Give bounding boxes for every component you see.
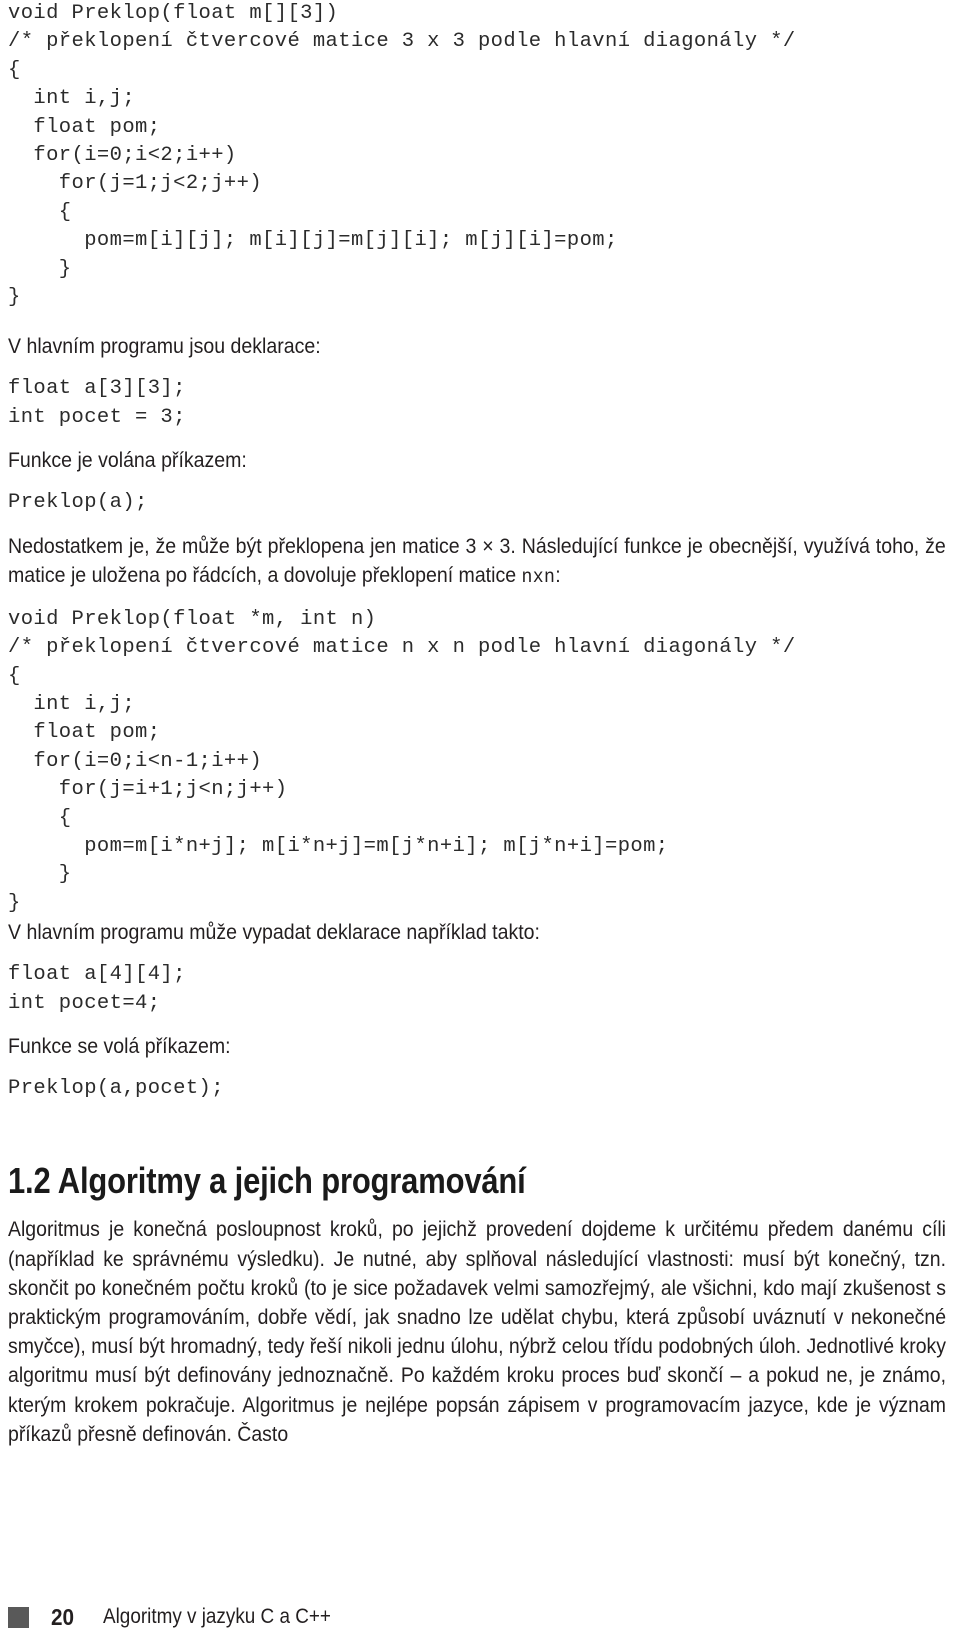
document-page: void Preklop(float m[][3]) /* překlopení… bbox=[0, 0, 960, 1638]
running-title: Algoritmy v jazyku C a C++ bbox=[102, 1605, 331, 1628]
paragraph-main-declarations: V hlavním programu jsou deklarace: bbox=[8, 335, 321, 359]
paragraph-generalization-text-after: : bbox=[555, 563, 561, 587]
paragraph-call-statement: Funkce je volána příkazem: bbox=[8, 449, 247, 473]
code-block-call-preklop-a-pocet: Preklop(a,pocet); bbox=[8, 1076, 224, 1100]
footer-square-icon bbox=[8, 1606, 29, 1628]
page-number: 20 bbox=[51, 1603, 75, 1630]
paragraph-generalization: Nedostatkem je, že může být překlopena j… bbox=[8, 532, 946, 592]
code-block-call-preklop-a: Preklop(a); bbox=[8, 491, 148, 515]
section-heading-1-2: 1.2 Algoritmy a jejich programování bbox=[8, 1160, 526, 1202]
paragraph-example-declaration: V hlavním programu může vypadat deklarac… bbox=[8, 921, 540, 945]
section-body-paragraph: Algoritmus je konečná posloupnost kroků,… bbox=[8, 1217, 947, 1446]
code-block-preklop-nxn: void Preklop(float *m, int n) /* překlop… bbox=[8, 607, 796, 915]
paragraph-generalization-text-before: Nedostatkem je, že může být překlopena j… bbox=[8, 534, 946, 587]
code-block-declarations-3: float a[3][3]; int pocet = 3; bbox=[8, 377, 186, 429]
page-footer: 20 Algoritmy v jazyku C a C++ bbox=[8, 1604, 356, 1630]
inline-code-nxn: nxn bbox=[521, 565, 556, 588]
code-block-declarations-4: float a[4][4]; int pocet=4; bbox=[8, 963, 186, 1015]
code-block-preklop-3x3: void Preklop(float m[][3]) /* překlopení… bbox=[8, 2, 796, 310]
paragraph-call-statement-2: Funkce se volá příkazem: bbox=[8, 1034, 231, 1058]
